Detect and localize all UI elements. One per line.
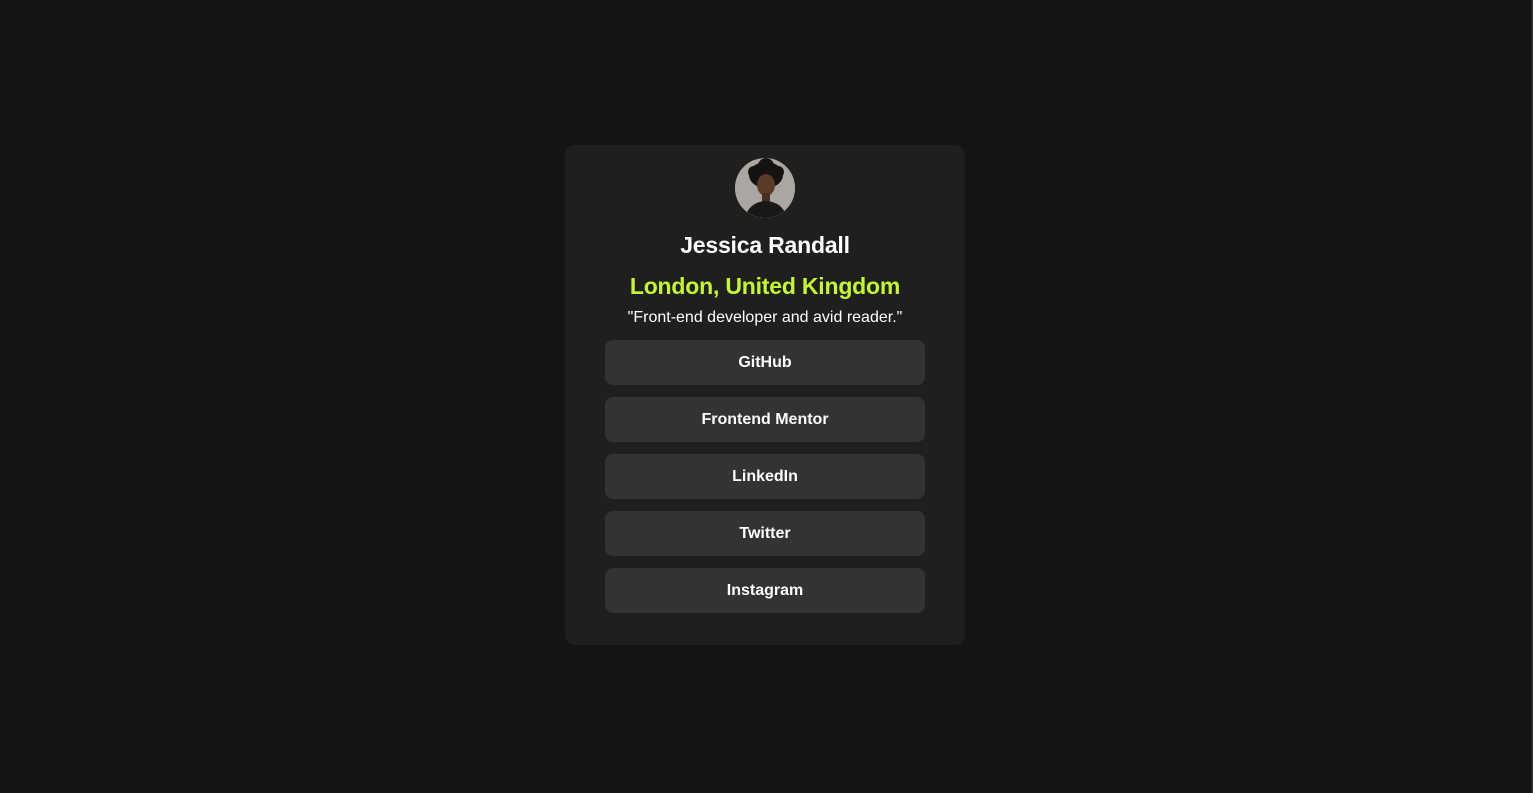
instagram-link-button[interactable]: Instagram [605, 568, 925, 613]
profile-card: Jessica Randall London, United Kingdom "… [565, 145, 965, 645]
profile-photo-icon [735, 158, 795, 218]
social-links-list: GitHub Frontend Mentor LinkedIn Twitter … [605, 340, 925, 613]
profile-location: London, United Kingdom [629, 273, 901, 299]
page-background: Jessica Randall London, United Kingdom "… [0, 0, 1533, 793]
twitter-link-button[interactable]: Twitter [605, 511, 925, 556]
frontend-mentor-link-button[interactable]: Frontend Mentor [605, 397, 925, 442]
linkedin-link-button[interactable]: LinkedIn [605, 454, 925, 499]
github-link-button[interactable]: GitHub [605, 340, 925, 385]
avatar [735, 158, 795, 218]
profile-name: Jessica Randall [680, 232, 850, 258]
profile-bio: "Front-end developer and avid reader." [627, 309, 903, 326]
